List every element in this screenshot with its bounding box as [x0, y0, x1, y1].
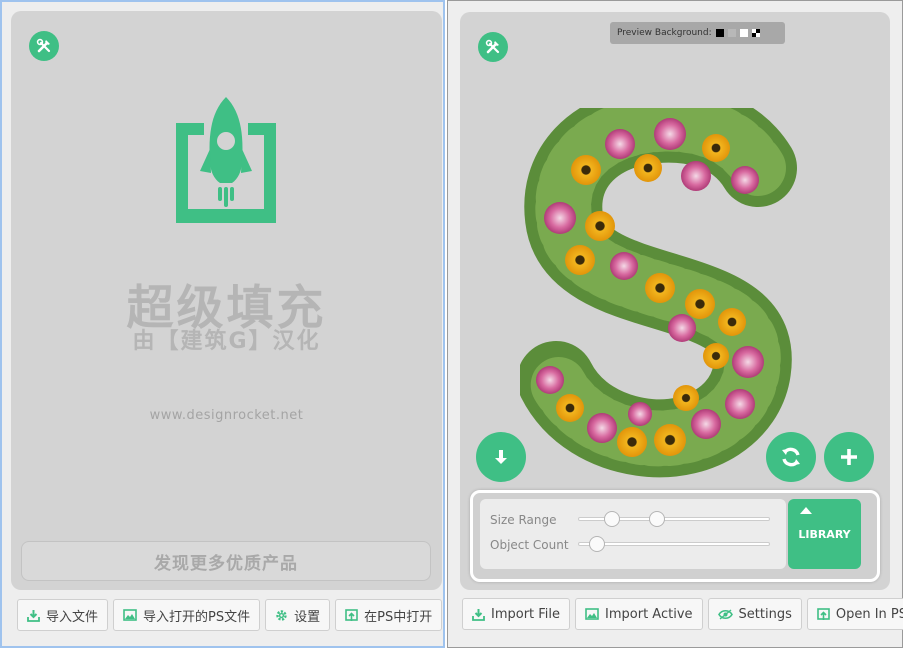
swatch-gray[interactable]: [727, 29, 736, 37]
discover-more-button[interactable]: 发现更多优质产品: [21, 541, 431, 581]
settings-label: Settings: [738, 606, 792, 622]
swatch-white[interactable]: [739, 29, 748, 37]
object-count-handle[interactable]: [589, 536, 605, 552]
plus-icon: [841, 449, 857, 465]
import-file-button[interactable]: Import File: [462, 598, 571, 630]
open-in-ps-label: 在PS中打开: [364, 609, 433, 625]
download-button[interactable]: [476, 432, 526, 482]
import-file-label: 导入文件: [46, 609, 99, 625]
settings-label: 设置: [294, 609, 321, 625]
preview-background-bar: Preview Background:: [610, 22, 785, 44]
website-link[interactable]: www.designrocket.net: [11, 408, 442, 423]
open-in-ps-button[interactable]: Open In PS: [806, 598, 903, 630]
sliders-area: Size Range Object Count: [480, 499, 786, 569]
download-icon: [472, 608, 485, 621]
left-panel: 超级填充 由【建筑G】汉化 www.designrocket.net 发现更多优…: [0, 0, 445, 648]
open-in-icon: [345, 608, 358, 621]
image-icon: [123, 609, 137, 621]
settings-button[interactable]: Settings: [707, 598, 802, 630]
right-panel: Preview Background: Size Range Object Co…: [447, 0, 903, 648]
add-button[interactable]: [824, 432, 874, 482]
library-button[interactable]: LIBRARY: [788, 499, 861, 569]
tools-button[interactable]: [478, 32, 508, 62]
localization-credit: 由【建筑G】汉化: [132, 329, 321, 354]
swatch-checker[interactable]: [751, 29, 760, 37]
left-bottom-toolbar: 导入文件 导入打开的PS文件 设置 在PS中打开: [17, 599, 443, 631]
download-icon: [27, 609, 40, 622]
object-count-label: Object Count: [490, 538, 569, 552]
right-bottom-toolbar: Import File Import Active Settings Open …: [462, 598, 903, 630]
size-range-label: Size Range: [490, 513, 557, 527]
swatch-black[interactable]: [715, 29, 724, 37]
import-active-label: Import Active: [605, 606, 693, 622]
image-icon: [585, 608, 599, 620]
import-open-ps-button[interactable]: 导入打开的PS文件: [113, 599, 261, 631]
tools-icon: [36, 38, 51, 53]
open-in-ps-button[interactable]: 在PS中打开: [335, 599, 443, 631]
eye-icon: [717, 608, 733, 620]
size-range-slider[interactable]: [578, 511, 770, 527]
arrow-down-icon: [495, 450, 507, 464]
library-label: LIBRARY: [798, 527, 851, 541]
import-active-button[interactable]: Import Active: [575, 598, 703, 630]
refresh-icon: [782, 447, 800, 467]
settings-button[interactable]: 设置: [265, 599, 331, 631]
preview-background-label: Preview Background:: [617, 28, 712, 38]
open-in-icon: [817, 607, 830, 620]
gear-icon: [276, 609, 287, 621]
size-range-max-handle[interactable]: [649, 511, 665, 527]
tools-icon: [485, 39, 500, 54]
tools-button[interactable]: [29, 31, 59, 61]
controls-panel: Size Range Object Count LIBRARY: [470, 490, 880, 582]
caret-up-icon: [800, 507, 812, 514]
object-count-slider[interactable]: [578, 536, 770, 552]
size-range-min-handle[interactable]: [604, 511, 620, 527]
rocket-logo: [176, 97, 276, 223]
open-in-ps-label: Open In PS: [835, 606, 903, 622]
import-file-button[interactable]: 导入文件: [17, 599, 109, 631]
left-content-card: 超级填充 由【建筑G】汉化 www.designrocket.net 发现更多优…: [11, 11, 442, 590]
preview-card: Preview Background: Size Range Object Co…: [460, 12, 890, 590]
import-open-ps-label: 导入打开的PS文件: [143, 609, 251, 625]
refresh-button[interactable]: [766, 432, 816, 482]
import-file-label: Import File: [491, 606, 561, 622]
